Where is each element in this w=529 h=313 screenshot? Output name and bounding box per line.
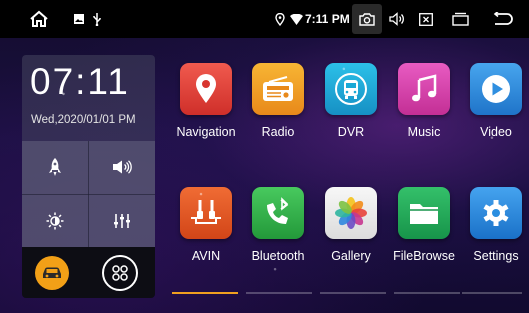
page-dot[interactable] [462, 292, 522, 294]
back-icon[interactable] [491, 10, 513, 28]
quick-controls-grid [22, 141, 155, 247]
app-filebrowse[interactable]: FileBrowse [386, 187, 466, 277]
app-dvr[interactable]: DVR [313, 63, 393, 153]
map-pin-icon [180, 63, 232, 115]
recent-apps-icon[interactable] [451, 11, 469, 27]
volume-icon[interactable] [388, 11, 406, 27]
play-icon [470, 63, 522, 115]
location-icon [274, 12, 286, 26]
flower-icon [325, 187, 377, 239]
gallery-icon [73, 13, 85, 25]
gear-icon [470, 187, 522, 239]
app-music[interactable]: Music [386, 63, 466, 153]
brightness-icon[interactable] [22, 195, 88, 247]
bus-icon [325, 63, 377, 115]
app-label: Video [480, 125, 512, 139]
app-settings[interactable]: Settings [458, 187, 529, 277]
clock-card[interactable]: 07:11 Wed,2020/01/01 PM [22, 55, 155, 141]
clock-date: Wed,2020/01/01 PM [31, 114, 136, 126]
bluetooth-phone-icon [252, 187, 304, 239]
status-time: 7:11 PM [305, 12, 350, 26]
camera-icon[interactable] [352, 4, 382, 34]
wifi-icon [289, 12, 303, 26]
app-radio[interactable]: Radio [240, 63, 320, 153]
app-navigation[interactable]: Navigation [168, 63, 248, 153]
speaker-icon[interactable] [89, 141, 155, 193]
status-bar: 7:11 PM [0, 0, 529, 38]
app-bluetooth[interactable]: Bluetooth [240, 187, 320, 277]
av-input-icon [180, 187, 232, 239]
page-dot[interactable] [246, 292, 312, 294]
usb-icon [91, 11, 103, 27]
folder-icon [398, 187, 450, 239]
app-video[interactable]: Video [458, 63, 529, 153]
rocket-icon[interactable] [22, 141, 88, 193]
clock-widget-panel: 07:11 Wed,2020/01/01 PM [22, 55, 155, 298]
app-label: Settings [473, 249, 519, 263]
apps-grid-icon[interactable] [102, 255, 138, 291]
head-unit-home-screen: 7:11 PM 07:11 Wed,2020/01/01 PM Navigati… [0, 0, 529, 313]
shortcut-bar [22, 247, 155, 298]
radio-icon [252, 63, 304, 115]
app-gallery[interactable]: Gallery [313, 187, 393, 277]
app-avin[interactable]: AVIN [168, 187, 248, 277]
page-dot-active[interactable] [172, 292, 238, 294]
equalizer-icon[interactable] [89, 195, 155, 247]
home-icon[interactable] [28, 9, 50, 29]
page-dot[interactable] [320, 292, 386, 294]
clock-time: 07:11 [30, 61, 130, 102]
page-dot[interactable] [394, 292, 460, 294]
car-icon[interactable] [35, 256, 69, 290]
close-box-icon[interactable] [418, 11, 434, 27]
music-note-icon [398, 63, 450, 115]
